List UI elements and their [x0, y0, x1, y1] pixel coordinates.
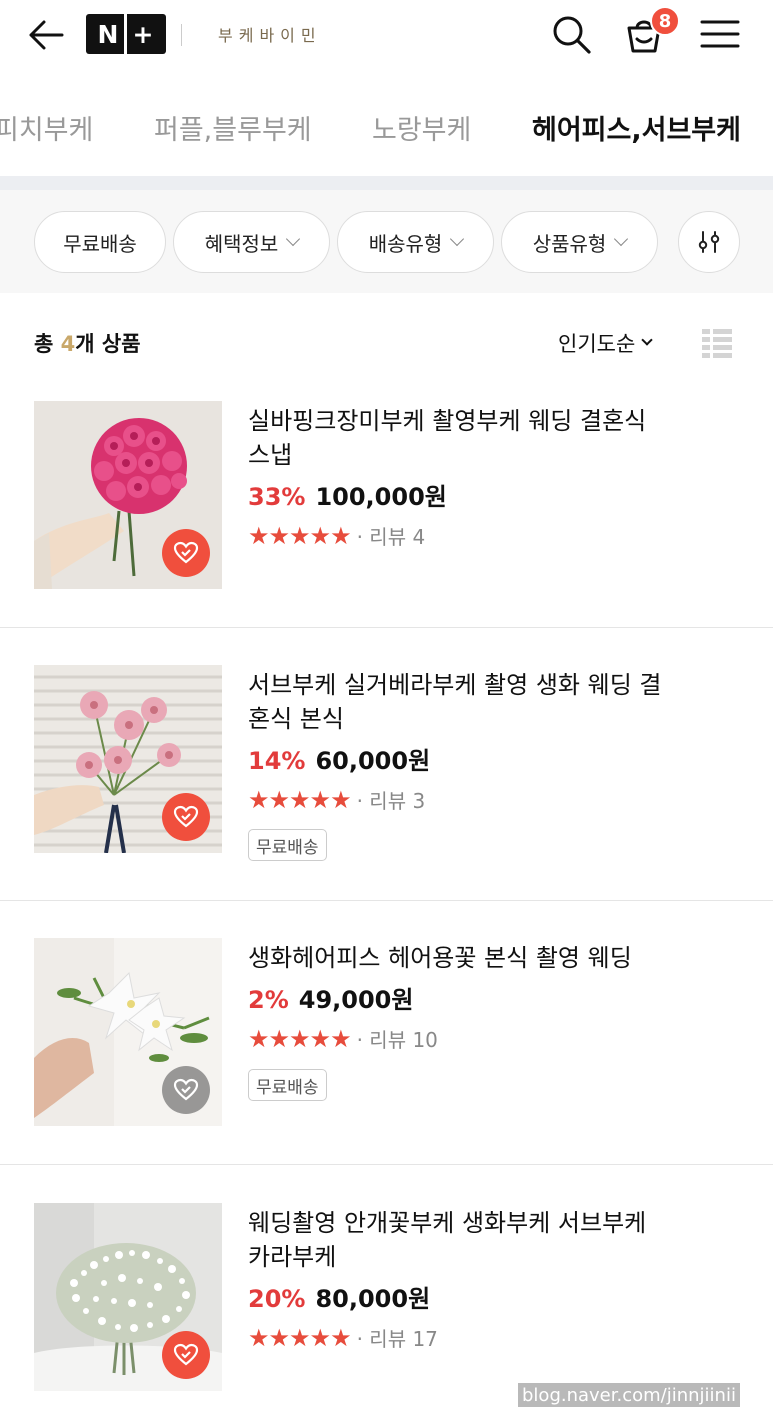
price-row: 14% 60,000원	[248, 741, 430, 776]
chevron-down-icon	[641, 334, 653, 346]
product-card[interactable]: 생화헤어피스 헤어용꽃 본식 촬영 웨딩 2% 49,000원 ★★★★★ · 리…	[0, 901, 773, 1165]
filter-settings-button[interactable]	[678, 211, 740, 273]
free-shipping-filter-chip[interactable]: 무료배송	[34, 211, 166, 273]
tab-peach-bouquet[interactable]: 피치부케	[0, 108, 93, 147]
price: 100,000원	[315, 483, 447, 511]
chip-label: 무료배송	[63, 231, 137, 256]
hamburger-menu-icon[interactable]	[698, 12, 742, 56]
cart-count-badge: 8	[650, 6, 680, 36]
product-image-babys-breath-bouquet[interactable]	[34, 1203, 222, 1391]
star-rating: ★★★★★	[248, 521, 352, 550]
rating-row: ★★★★★ · 리뷰 4	[248, 521, 425, 550]
sort-dropdown[interactable]: 인기도순	[558, 328, 653, 358]
wish-heart-icon	[173, 1343, 199, 1366]
discount-rate: 2%	[248, 986, 289, 1014]
count-suffix: 개 상품	[75, 332, 141, 356]
benefit-filter-chip[interactable]: 혜택정보	[173, 211, 330, 273]
wishlist-button[interactable]	[162, 793, 210, 841]
price: 49,000원	[298, 986, 414, 1014]
product-card[interactable]: 웨딩촬영 안개꽃부케 생화부케 서브부케 카라부케 20% 80,000원 ★★★…	[0, 1165, 773, 1405]
count-prefix: 총	[34, 332, 61, 356]
review-count[interactable]: · 리뷰 10	[357, 1024, 438, 1053]
review-count[interactable]: · 리뷰 4	[357, 521, 426, 550]
product-title[interactable]: 생화헤어피스 헤어용꽃 본식 촬영 웨딩	[248, 941, 668, 975]
wish-heart-icon	[173, 805, 199, 828]
price: 80,000원	[315, 1285, 431, 1313]
chip-label: 배송유형	[368, 231, 443, 256]
logo-divider	[124, 14, 128, 54]
naver-plus-logo[interactable]: N +	[86, 14, 166, 54]
star-rating: ★★★★★	[248, 785, 352, 814]
header-divider	[181, 24, 182, 46]
logo-letter: N	[97, 19, 120, 49]
tab-purple-blue-bouquet[interactable]: 퍼플,블루부케	[154, 108, 312, 147]
discount-rate: 33%	[248, 483, 306, 511]
rating-row: ★★★★★ · 리뷰 10	[248, 1024, 438, 1053]
product-image-gerbera-bouquet[interactable]	[34, 665, 222, 853]
discount-rate: 20%	[248, 1285, 306, 1313]
tab-hairpiece-sub-bouquet[interactable]: 헤어피스,서브부케	[532, 108, 741, 147]
price-row: 33% 100,000원	[248, 477, 447, 512]
rating-row: ★★★★★ · 리뷰 17	[248, 1323, 438, 1352]
free-shipping-tag: 무료배송	[248, 1069, 327, 1101]
product-title[interactable]: 서브부케 실거베라부케 촬영 생화 웨딩 결혼식 본식	[248, 668, 668, 736]
star-rating: ★★★★★	[248, 1323, 352, 1352]
chevron-down-icon	[286, 231, 301, 247]
wish-heart-icon	[173, 541, 199, 564]
price: 60,000원	[315, 747, 431, 775]
free-shipping-tag: 무료배송	[248, 829, 327, 861]
product-title[interactable]: 웨딩촬영 안개꽃부케 생화부케 서브부케 카라부케	[248, 1206, 668, 1274]
product-image-pink-rose-bouquet[interactable]	[34, 401, 222, 589]
top-header: N + 부케바이민 8	[0, 0, 773, 72]
chip-label: 상품유형	[532, 231, 607, 256]
logo-plus: +	[132, 19, 155, 49]
wishlist-button[interactable]	[162, 529, 210, 577]
tab-yellow-bouquet[interactable]: 노랑부케	[372, 108, 471, 147]
blog-watermark: blog.naver.com/jinnjiinii	[518, 1383, 740, 1407]
review-count[interactable]: · 리뷰 17	[357, 1323, 438, 1352]
list-view-icon[interactable]	[700, 326, 734, 360]
wishlist-button[interactable]	[162, 1331, 210, 1379]
chip-label: 혜택정보	[204, 231, 279, 256]
category-tabs: 피치부케 퍼플,블루부케 노랑부케 헤어피스,서브부케	[0, 96, 773, 158]
sort-label: 인기도순	[558, 332, 636, 356]
product-card[interactable]: 실바핑크장미부케 촬영부케 웨딩 결혼식 스냅 33% 100,000원 ★★★★…	[0, 395, 773, 628]
store-name[interactable]: 부케바이민	[218, 22, 322, 46]
wish-heart-icon	[173, 1078, 199, 1101]
section-divider	[0, 176, 773, 190]
chevron-down-icon	[450, 231, 465, 247]
price-row: 2% 49,000원	[248, 980, 413, 1015]
product-title[interactable]: 실바핑크장미부케 촬영부케 웨딩 결혼식 스냅	[248, 404, 668, 472]
product-image-white-hairpiece[interactable]	[34, 938, 222, 1126]
wishlist-button[interactable]	[162, 1066, 210, 1114]
back-arrow-icon[interactable]	[26, 18, 66, 52]
rating-row: ★★★★★ · 리뷰 3	[248, 785, 425, 814]
review-count[interactable]: · 리뷰 3	[357, 785, 426, 814]
product-card[interactable]: 서브부케 실거베라부케 촬영 생화 웨딩 결혼식 본식 14% 60,000원 ★…	[0, 628, 773, 901]
price-row: 20% 80,000원	[248, 1279, 430, 1314]
product-count: 총 4개 상품	[34, 328, 141, 358]
discount-rate: 14%	[248, 747, 306, 775]
product-type-filter-chip[interactable]: 상품유형	[501, 211, 658, 273]
filter-bar: 무료배송 혜택정보 배송유형 상품유형	[0, 190, 773, 293]
star-rating: ★★★★★	[248, 1024, 352, 1053]
chevron-down-icon	[614, 231, 629, 247]
count-value: 4	[60, 332, 76, 356]
filter-sliders-icon	[698, 231, 720, 253]
search-icon[interactable]	[549, 12, 593, 56]
delivery-type-filter-chip[interactable]: 배송유형	[337, 211, 494, 273]
